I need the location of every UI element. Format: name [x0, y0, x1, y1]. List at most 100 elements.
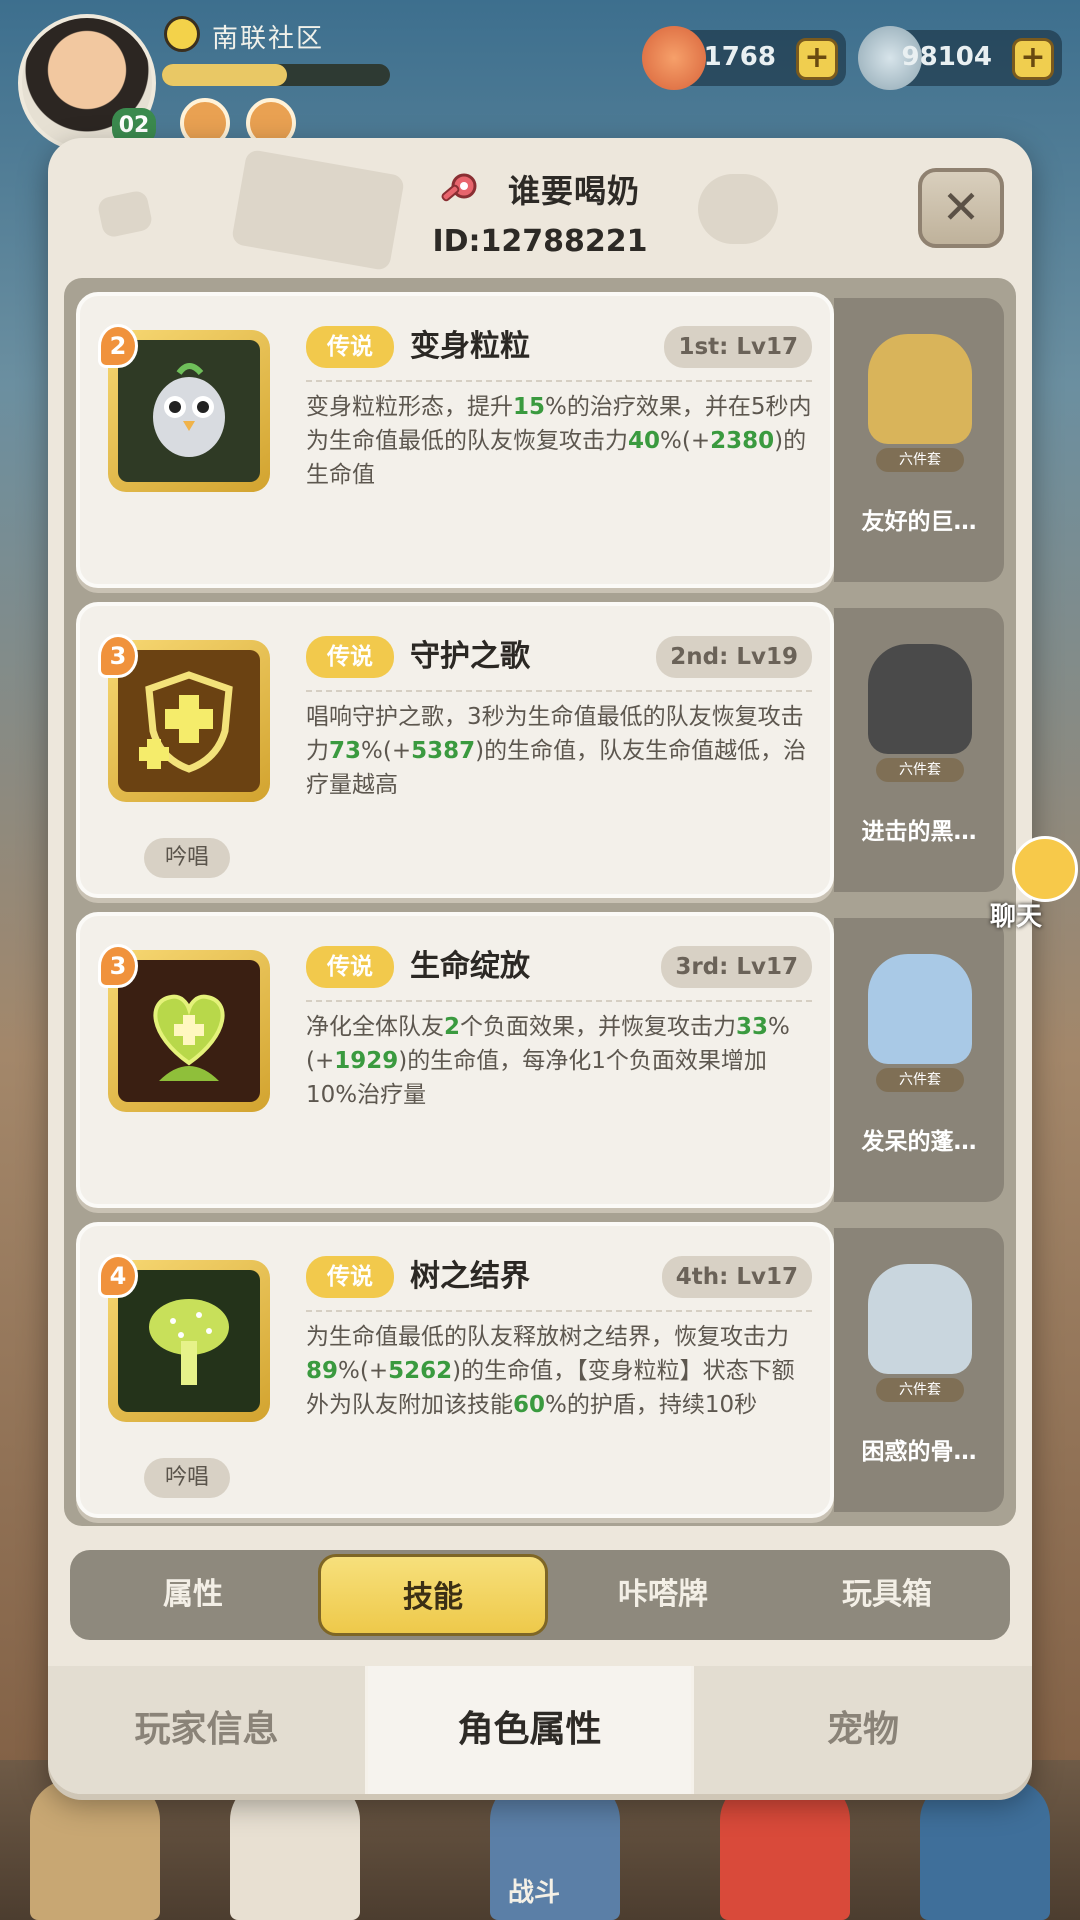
skill-value-highlight: 73: [329, 738, 362, 764]
currency-1: 1768 +: [642, 26, 846, 90]
skill-name: 生命绽放: [410, 949, 530, 984]
skill-description: 净化全体队友2个负面效果，并恢复攻击力33%(+1929)的生命值，每净化1个负…: [306, 1010, 816, 1112]
skill-text: %的护盾，持续10秒: [545, 1392, 758, 1418]
nav-character-2[interactable]: [230, 1780, 360, 1920]
close-button[interactable]: ✕: [918, 168, 1004, 248]
skill-value-highlight: 1929: [334, 1048, 399, 1074]
skill-value-highlight: 5262: [388, 1358, 453, 1384]
divider: [306, 690, 812, 692]
chat-smile-icon: [1012, 836, 1078, 902]
skill-icon: [118, 650, 260, 792]
pet-slot[interactable]: 六件套发呆的蓬…: [834, 918, 1004, 1202]
add-currency-1-button[interactable]: +: [796, 38, 838, 80]
skill-text: 变身粒粒形态，提升: [306, 394, 513, 420]
add-currency-2-button[interactable]: +: [1012, 38, 1054, 80]
rarity-tag: 传说: [306, 326, 394, 368]
detail-tab-bar: 属性 技能 咔嗒牌 玩具箱: [70, 1550, 1010, 1640]
skill-icon: [118, 1270, 260, 1412]
tab-pets[interactable]: 宠物: [694, 1666, 1032, 1794]
tab-skills[interactable]: 技能: [318, 1554, 548, 1636]
nav-character-4[interactable]: [920, 1780, 1050, 1920]
skill-list[interactable]: 2 传说 变身粒粒 1st: Lv17 变身粒粒形态，提升15%的治疗效果，并在5秒内为…: [64, 278, 1016, 1526]
skill-card[interactable]: 2 传说 变身粒粒 1st: Lv17 变身粒粒形态，提升15%的治疗效果，并在5秒内为…: [76, 292, 834, 588]
pet-set-tag: 六件套: [876, 1378, 964, 1402]
skill-name: 守护之歌: [410, 639, 530, 674]
profile-tab-bar: 玩家信息 角色属性 宠物: [48, 1666, 1032, 1794]
nav-character-1[interactable]: [30, 1780, 160, 1920]
skill-description: 唱响守护之歌，3秒为生命值最低的队友恢复攻击力73%(+5387)的生命值，队友…: [306, 700, 816, 802]
chant-tag: 吟唱: [144, 838, 230, 878]
rarity-tag: 传说: [306, 946, 394, 988]
skill-value-highlight: 2: [444, 1014, 461, 1040]
close-icon: ✕: [941, 180, 981, 234]
battle-label: 战斗: [508, 1878, 561, 1908]
pet-figure: [868, 644, 972, 754]
top-hud: 02 南联社区 1768 + 98104 +: [0, 0, 1080, 152]
skill-value-highlight: 60: [513, 1392, 546, 1418]
pet-name: 进击的黑…: [861, 819, 977, 845]
skill-text: 为生命值最低的队友释放树之结界，恢复攻击力: [306, 1324, 789, 1350]
skill-card[interactable]: 3 吟唱 传说 守护之歌 2nd: Lv19 唱响守护之歌，3秒为生命值最低的队友恢复攻击…: [76, 602, 834, 898]
tab-cards[interactable]: 咔嗒牌: [548, 1550, 778, 1640]
skill-level-badge: 3: [98, 944, 138, 988]
skill-level-badge: 2: [98, 324, 138, 368]
divider: [306, 1000, 812, 1002]
skill-name: 树之结界: [410, 1259, 530, 1294]
pet-set-tag: 六件套: [876, 758, 964, 782]
skill-rank: 3rd: Lv17: [661, 946, 812, 988]
rarity-tag: 传说: [306, 636, 394, 678]
skill-text: %(+: [361, 738, 412, 764]
skill-description: 变身粒粒形态，提升15%的治疗效果，并在5秒内为生命值最低的队友恢复攻击力40%…: [306, 390, 816, 492]
nav-character-3[interactable]: [720, 1780, 850, 1920]
skill-value-highlight: 89: [306, 1358, 339, 1384]
skill-text: 个负面效果，并恢复攻击力: [460, 1014, 737, 1040]
tab-player-info[interactable]: 玩家信息: [48, 1666, 368, 1794]
guild-name[interactable]: 南联社区: [212, 18, 324, 55]
skill-icon: [118, 960, 260, 1102]
skill-text: %(+: [338, 1358, 389, 1384]
player-profile-panel: 谁要喝奶 ID:12788221 ✕ 2 传说 变身粒粒 1st: Lv17 变身粒粒形…: [48, 138, 1032, 1794]
skill-level-badge: 3: [98, 634, 138, 678]
skill-rank: 4th: Lv17: [661, 1256, 812, 1298]
pet-set-tag: 六件套: [876, 448, 964, 472]
player-name: 谁要喝奶: [508, 172, 641, 210]
pet-slot[interactable]: 六件套 友好的巨…: [834, 298, 1004, 582]
chat-label: 聊天: [990, 902, 1043, 932]
skill-card[interactable]: 3 传说 生命绽放 3rd: Lv17 净化全体队友2个负面效果，并恢复攻击力33%(+…: [76, 912, 834, 1208]
currency-2-value: 98104: [901, 42, 992, 72]
skill-value-highlight: 15: [513, 394, 546, 420]
pet-slot[interactable]: 六件套进击的黑…: [834, 608, 1004, 892]
skill-value-highlight: 33: [736, 1014, 769, 1040]
key-icon: [436, 170, 480, 214]
panel-header: 谁要喝奶 ID:12788221 ✕: [48, 138, 1032, 278]
skill-level-badge: 4: [98, 1254, 138, 1298]
chant-tag: 吟唱: [144, 1458, 230, 1498]
pet-name: 发呆的蓬…: [861, 1129, 977, 1155]
meat-currency-icon: [642, 26, 706, 90]
chat-button[interactable]: 聊天: [980, 836, 1078, 932]
skill-value-highlight: 2380: [710, 428, 775, 454]
skill-value-highlight: 5387: [411, 738, 476, 764]
pet-slot[interactable]: 六件套困惑的骨…: [834, 1228, 1004, 1512]
pet-figure: [868, 954, 972, 1064]
guild-icon: [164, 16, 200, 52]
exp-bar-fill: [162, 64, 288, 86]
skill-rank: 2nd: Lv19: [656, 636, 812, 678]
skill-rank: 1st: Lv17: [664, 326, 812, 368]
exp-bar: [162, 64, 390, 86]
currency-1-value: 1768: [703, 42, 776, 72]
player-id: ID:12788221: [432, 224, 648, 259]
tab-toybox[interactable]: 玩具箱: [772, 1550, 1002, 1640]
pet-set-tag: 六件套: [876, 1068, 964, 1092]
divider: [306, 1310, 812, 1312]
skill-value-highlight: 40: [628, 428, 661, 454]
skill-card[interactable]: 4 吟唱 传说 树之结界 4th: Lv17 为生命值最低的队友释放树之结界，恢复攻击力 8…: [76, 1222, 834, 1518]
rarity-tag: 传说: [306, 1256, 394, 1298]
pet-name: 困惑的骨…: [861, 1439, 977, 1465]
tab-attributes[interactable]: 属性: [78, 1550, 308, 1640]
skill-text: %(+: [660, 428, 711, 454]
pet-figure: [868, 334, 972, 444]
pet-figure: [868, 1264, 972, 1374]
skill-name: 变身粒粒: [410, 329, 530, 364]
tab-character-attributes[interactable]: 角色属性: [368, 1666, 694, 1794]
